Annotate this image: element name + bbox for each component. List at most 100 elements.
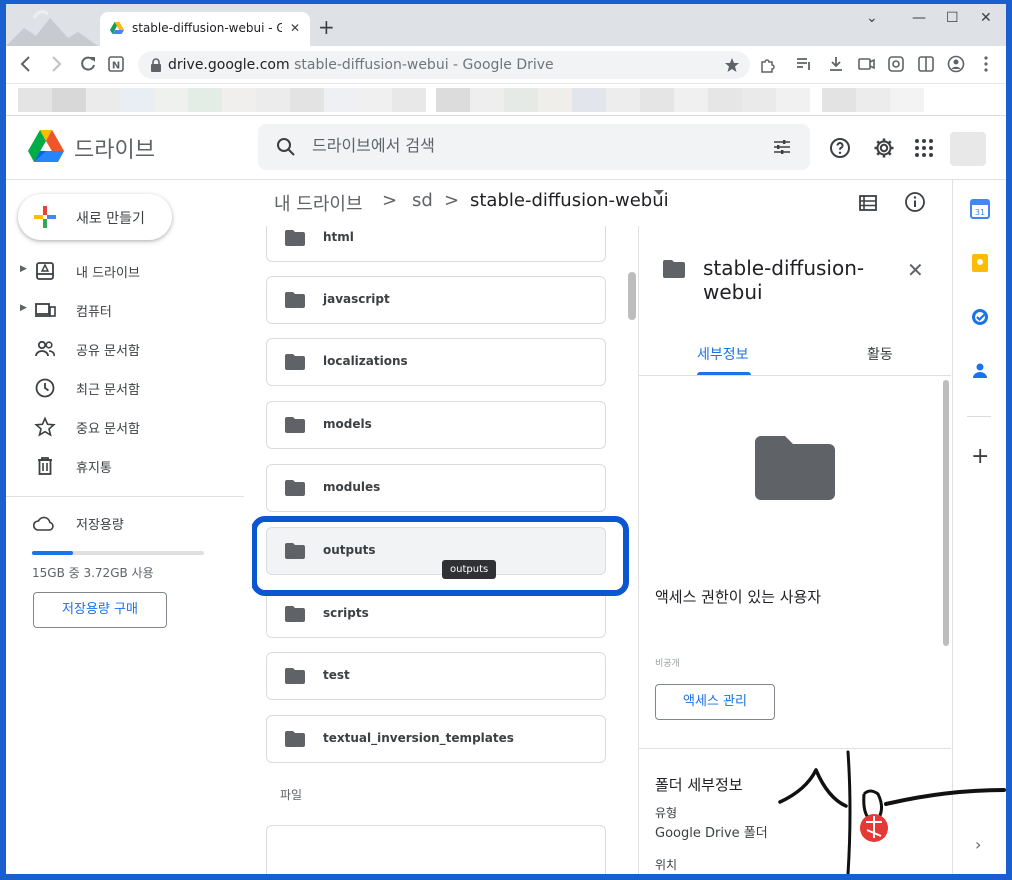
bookmark-item[interactable] [776, 88, 810, 112]
bookmark-item[interactable] [290, 88, 324, 112]
bookmark-item[interactable] [18, 88, 52, 112]
storage-label[interactable]: 저장용량 [76, 514, 124, 533]
calendar-icon[interactable]: 31 [969, 198, 991, 220]
tasks-icon[interactable] [969, 306, 991, 328]
expand-caret-icon[interactable]: ▶ [20, 303, 27, 313]
sidebar-item-starred[interactable]: 중요 문서함 [6, 408, 246, 444]
tab-details[interactable]: 세부정보 [697, 344, 749, 364]
new-button-label: 새로 만들기 [76, 211, 145, 227]
type-value: Google Drive 폴더 [655, 826, 768, 841]
bookmark-item[interactable] [188, 88, 222, 112]
breadcrumb-current-folder[interactable]: stable-diffusion-webui [470, 190, 669, 211]
bookmark-item[interactable] [436, 88, 470, 112]
bookmark-item[interactable] [572, 88, 606, 112]
bookmark-item[interactable] [256, 88, 290, 112]
buy-storage-button[interactable]: 저장용량 구매 [33, 592, 167, 628]
search-bar[interactable] [258, 124, 810, 170]
breadcrumb-sd[interactable]: sd [412, 190, 433, 211]
bookmark-item[interactable] [822, 88, 856, 112]
url-text[interactable]: drive.google.com stable-diffusion-webui … [168, 57, 554, 73]
bookmark-star-icon[interactable] [724, 57, 740, 73]
extension-puzzle-icon[interactable] [758, 54, 778, 74]
close-window-button[interactable]: ✕ [980, 10, 992, 26]
expand-caret-icon[interactable]: ▶ [20, 264, 27, 274]
bookmark-item[interactable] [324, 88, 358, 112]
sidebar-item-trash[interactable]: 휴지통 [6, 447, 246, 483]
side-panel-icon[interactable] [916, 54, 936, 74]
contacts-icon[interactable] [969, 360, 991, 382]
tab-activity[interactable]: 활동 [867, 344, 893, 364]
google-drive-logo-icon[interactable] [28, 130, 64, 162]
folder-icon [285, 606, 305, 622]
bookmark-item[interactable] [708, 88, 742, 112]
bookmark-item[interactable] [674, 88, 708, 112]
breadcrumb-my-drive[interactable]: 내 드라이브 [274, 190, 363, 216]
cast-icon[interactable] [856, 54, 876, 74]
bookmark-item[interactable] [504, 88, 538, 112]
breadcrumb-dropdown-icon[interactable] [654, 190, 664, 195]
folder-icon [285, 417, 305, 433]
bookmark-item[interactable] [52, 88, 86, 112]
bookmark-item[interactable] [538, 88, 572, 112]
file-card[interactable] [266, 825, 606, 874]
tab-google-drive[interactable]: stable-diffusion-webui - Google Drive ✕ [100, 12, 310, 46]
bookmark-item[interactable] [86, 88, 120, 112]
sidebar-item-my-drive[interactable]: ▶ 내 드라이브 [6, 252, 246, 288]
bookmark-item[interactable] [358, 88, 392, 112]
bookmark-item[interactable] [606, 88, 640, 112]
account-avatar[interactable] [950, 132, 986, 166]
help-icon[interactable] [828, 136, 852, 160]
new-tab-button[interactable]: + [318, 17, 335, 37]
details-scrollbar[interactable] [943, 380, 949, 646]
get-addons-button[interactable]: + [971, 446, 989, 468]
bookmark-item[interactable] [640, 88, 674, 112]
minimize-button[interactable]: — [912, 10, 926, 26]
sidebar-item-shared[interactable]: 공유 문서함 [6, 330, 246, 366]
folder-javascript[interactable]: javascript [266, 276, 606, 324]
settings-gear-icon[interactable] [872, 136, 896, 160]
reload-icon[interactable] [78, 54, 98, 74]
bookmark-item[interactable] [890, 88, 924, 112]
bookmark-item[interactable] [222, 88, 256, 112]
profile-icon[interactable] [946, 54, 966, 74]
maximize-button[interactable]: ☐ [946, 10, 959, 26]
sidebar-item-computers[interactable]: ▶ 컴퓨터 [6, 291, 246, 327]
new-button[interactable]: 새로 만들기 [18, 194, 172, 240]
back-icon[interactable] [16, 54, 36, 74]
apps-grid-icon[interactable] [912, 136, 936, 160]
folder-test[interactable]: test [266, 652, 606, 700]
menu-kebab-icon[interactable] [976, 54, 996, 74]
bookmark-item[interactable] [120, 88, 154, 112]
screenshot-icon[interactable] [886, 54, 906, 74]
bookmark-item[interactable] [154, 88, 188, 112]
forward-icon[interactable] [46, 54, 66, 74]
folder-html[interactable]: html [266, 226, 606, 262]
notion-extension-icon[interactable]: N [106, 54, 126, 74]
close-icon[interactable]: ✕ [907, 258, 924, 282]
download-icon[interactable] [826, 54, 846, 74]
info-icon[interactable] [903, 190, 927, 214]
bookmark-item[interactable] [470, 88, 504, 112]
reading-list-icon[interactable] [794, 54, 814, 74]
folder-scripts[interactable]: scripts [266, 590, 606, 638]
tab-close-icon[interactable]: ✕ [286, 19, 304, 37]
file-grid-scrollbar[interactable] [628, 272, 636, 320]
folder-textual-inversion-templates[interactable]: textual_inversion_templates [266, 715, 606, 763]
address-bar[interactable]: drive.google.com stable-diffusion-webui … [138, 51, 750, 79]
search-options-icon[interactable] [772, 137, 792, 157]
tab-divider [639, 375, 951, 376]
search-input[interactable] [312, 136, 732, 155]
search-icon[interactable] [276, 137, 296, 157]
keep-icon[interactable] [969, 252, 991, 274]
bookmark-item[interactable] [742, 88, 776, 112]
list-view-icon[interactable] [857, 192, 879, 214]
lock-icon[interactable] [150, 58, 162, 72]
folder-localizations[interactable]: localizations [266, 338, 606, 386]
bookmark-item[interactable] [856, 88, 890, 112]
tab-list-icon[interactable]: ⌄ [866, 10, 878, 26]
bookmark-item[interactable] [392, 88, 426, 112]
manage-access-button[interactable]: 액세스 관리 [655, 684, 775, 720]
folder-modules[interactable]: modules [266, 464, 606, 512]
folder-models[interactable]: models [266, 401, 606, 449]
sidebar-item-recent[interactable]: 최근 문서함 [6, 369, 246, 405]
